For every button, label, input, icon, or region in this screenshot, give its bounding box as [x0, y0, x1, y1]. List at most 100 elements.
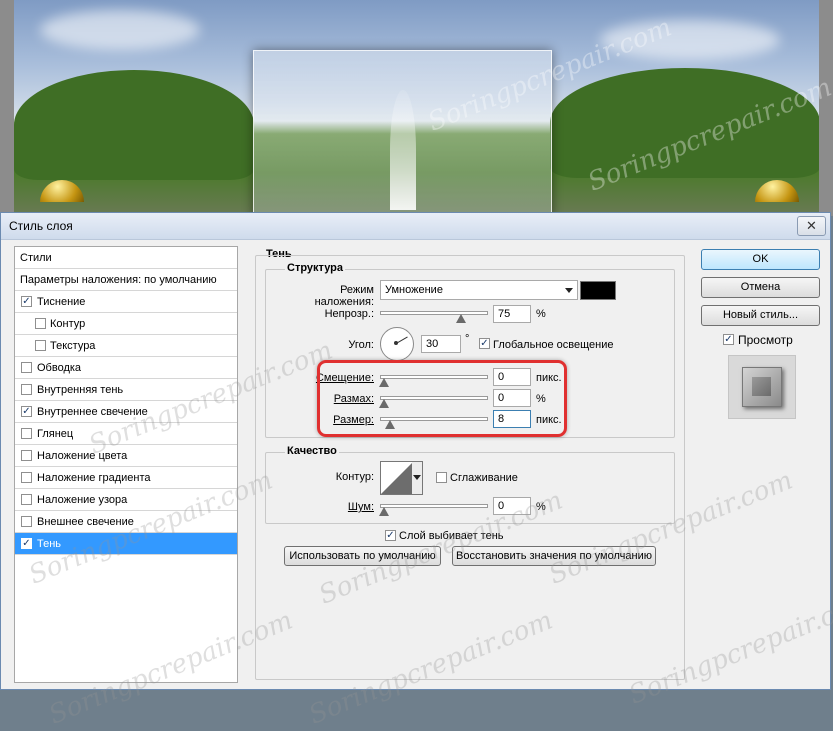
style-item[interactable]: Наложение градиента — [15, 467, 237, 489]
noise-slider[interactable] — [380, 504, 488, 508]
styles-list: Стили Параметры наложения: по умолчанию … — [14, 246, 238, 683]
style-item-label: Внутреннее свечение — [37, 406, 148, 418]
noise-input[interactable]: 0 — [493, 497, 531, 515]
golden-dome-left — [40, 180, 84, 202]
degree-symbol: ° — [465, 333, 470, 345]
style-item-checkbox[interactable] — [21, 472, 32, 483]
style-preview-thumbnail — [728, 355, 796, 419]
angle-dial[interactable] — [380, 327, 414, 361]
style-item-label: Текстура — [50, 340, 96, 352]
angle-input[interactable]: 30 — [421, 335, 461, 353]
contour-linear-icon — [381, 462, 413, 494]
cloud — [40, 10, 200, 50]
blend-mode-label: Режим наложения: — [314, 284, 374, 308]
close-button[interactable]: ✕ — [797, 216, 826, 236]
style-item-checkbox[interactable]: ✓ — [21, 538, 32, 549]
canvas-border-left — [0, 0, 14, 216]
global-light-checkbox[interactable]: ✓ — [479, 338, 490, 349]
noise-slider-thumb[interactable] — [379, 507, 389, 516]
style-item[interactable]: Глянец — [15, 423, 237, 445]
opacity-slider-thumb[interactable] — [456, 314, 466, 323]
blend-mode-value: Умножение — [385, 284, 443, 296]
titlebar[interactable]: Стиль слоя ✕ — [1, 213, 830, 240]
style-item-checkbox[interactable] — [21, 362, 32, 373]
style-item-checkbox[interactable]: ✓ — [21, 406, 32, 417]
trees-left — [14, 70, 254, 180]
reset-to-default-button[interactable]: Восстановить значения по умолчанию — [452, 546, 656, 566]
make-default-button[interactable]: Использовать по умолчанию — [284, 546, 441, 566]
style-item-label: Тень — [37, 538, 62, 550]
opacity-slider[interactable] — [380, 311, 488, 315]
close-icon: ✕ — [806, 218, 817, 233]
style-item[interactable]: Внешнее свечение — [15, 511, 237, 533]
blending-options-item[interactable]: Параметры наложения: по умолчанию — [15, 269, 237, 291]
style-item-label: Тиснение — [37, 296, 86, 308]
style-item-checkbox[interactable] — [35, 340, 46, 351]
style-item-checkbox[interactable] — [35, 318, 46, 329]
cancel-button[interactable]: Отмена — [701, 277, 820, 298]
golden-dome-right — [755, 180, 799, 202]
quality-title: Качество — [285, 445, 339, 457]
blend-mode-select[interactable]: Умножение — [380, 280, 578, 300]
styles-header[interactable]: Стили — [15, 247, 237, 269]
chevron-down-icon — [413, 475, 421, 480]
cloud — [600, 20, 780, 60]
blending-options-label: Параметры наложения: по умолчанию — [20, 274, 217, 286]
style-item-checkbox[interactable] — [21, 450, 32, 461]
style-item-label: Контур — [50, 318, 86, 330]
style-item-checkbox[interactable] — [21, 384, 32, 395]
noise-label: Шум: — [301, 501, 374, 513]
angle-label: Угол: — [348, 339, 374, 351]
style-item-label: Обводка — [37, 362, 82, 374]
style-item[interactable]: Контур — [15, 313, 237, 335]
dialog-title: Стиль слоя — [9, 219, 73, 233]
layer-knocks-out-label: Слой выбивает тень — [399, 530, 504, 542]
contour-dropdown[interactable] — [412, 461, 423, 495]
style-item-checkbox[interactable] — [21, 494, 32, 505]
style-item-checkbox[interactable]: ✓ — [21, 296, 32, 307]
style-item-checkbox[interactable] — [21, 428, 32, 439]
chevron-down-icon — [565, 288, 573, 293]
ok-button[interactable]: OK — [701, 249, 820, 270]
style-item[interactable]: Текстура — [15, 335, 237, 357]
shadow-color-swatch[interactable] — [580, 281, 616, 300]
new-style-button[interactable]: Новый стиль... — [701, 305, 820, 326]
angle-dial-center — [394, 341, 398, 345]
opacity-label: Непрозр.: — [324, 308, 374, 320]
style-item-label: Глянец — [37, 428, 74, 440]
layer-knocks-out-checkbox[interactable]: ✓ — [385, 530, 396, 541]
background-photo: Soringpcrepair.com Soringpcrepair.com — [0, 0, 833, 216]
antialias-label: Сглаживание — [450, 472, 518, 484]
style-item-label: Наложение градиента — [37, 472, 151, 484]
style-item[interactable]: ✓ Внутреннее свечение — [15, 401, 237, 423]
style-item-label: Внутренняя тень — [37, 384, 124, 396]
preview-label: Просмотр — [738, 333, 793, 347]
preview-swatch-inner — [752, 377, 771, 396]
style-item[interactable]: Внутренняя тень — [15, 379, 237, 401]
style-item-checkbox[interactable] — [21, 516, 32, 527]
quality-group — [265, 452, 675, 524]
style-item-label: Внешнее свечение — [37, 516, 134, 528]
style-item[interactable]: Наложение цвета — [15, 445, 237, 467]
contour-label: Контур: — [335, 471, 374, 483]
trees-right — [550, 68, 820, 178]
styles-header-label: Стили — [20, 252, 52, 264]
structure-title: Структура — [285, 262, 345, 274]
style-item-label: Наложение цвета — [37, 450, 128, 462]
style-item[interactable]: ✓ Тиснение — [15, 291, 237, 313]
preview-checkbox[interactable]: ✓ — [723, 334, 734, 345]
preview-swatch — [742, 367, 782, 407]
canvas-border-right — [819, 0, 833, 216]
opacity-unit: % — [536, 308, 546, 320]
style-item-label: Наложение узора — [37, 494, 128, 506]
global-light-label: Глобальное освещение — [493, 339, 614, 351]
noise-unit: % — [536, 501, 546, 513]
fountain — [390, 90, 416, 210]
antialias-checkbox[interactable] — [436, 472, 447, 483]
style-item[interactable]: Наложение узора — [15, 489, 237, 511]
highlight-annotation — [317, 360, 567, 437]
style-item[interactable]: Обводка — [15, 357, 237, 379]
style-item[interactable]: ✓ Тень — [15, 533, 237, 555]
opacity-input[interactable]: 75 — [493, 305, 531, 323]
contour-preview[interactable] — [380, 461, 414, 495]
